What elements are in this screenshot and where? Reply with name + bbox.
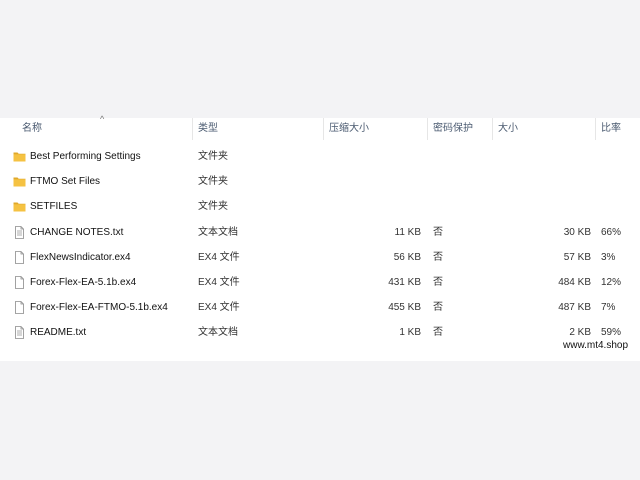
column-divider[interactable] — [595, 118, 596, 140]
compression-ratio: 66% — [601, 226, 622, 238]
encrypted-flag: 否 — [433, 251, 443, 263]
file-size: 487 KB — [558, 302, 591, 314]
table-row[interactable]: Best Performing Settings 文件夹 — [0, 144, 640, 169]
file-list-panel: ^ 名称 类型 压缩大小 密码保护 大小 比率 Best Performing … — [0, 114, 640, 361]
table-row[interactable]: FlexNewsIndicator.ex4 EX4 文件 56 KB 否 57 KB 3% — [0, 245, 640, 270]
encrypted-flag: 否 — [433, 276, 443, 288]
encrypted-flag: 否 — [433, 226, 443, 238]
packed-size — [330, 144, 421, 169]
column-divider[interactable] — [492, 118, 493, 140]
sort-ascending-icon: ^ — [100, 114, 105, 124]
file-icon — [13, 301, 26, 315]
file-name: Forex-Flex-EA-FTMO-5.1b.ex4 — [30, 302, 168, 314]
file-list: Best Performing Settings 文件夹 FTMO Set File… — [0, 144, 640, 346]
file-type: EX4 文件 — [198, 251, 240, 263]
compression-ratio: 12% — [601, 276, 622, 288]
file-size: 57 KB — [563, 251, 591, 263]
folder-icon — [13, 150, 26, 163]
column-divider[interactable] — [323, 118, 324, 140]
column-header-packed-size[interactable]: 压缩大小 — [329, 118, 369, 140]
file-size — [495, 144, 591, 169]
table-row[interactable]: Forex-Flex-EA-5.1b.ex4 EX4 文件 431 KB 否 484 K… — [0, 270, 640, 295]
file-size: 484 KB — [558, 276, 591, 288]
text-file-icon — [13, 326, 26, 340]
file-name: FlexNewsIndicator.ex4 — [30, 251, 131, 263]
file-type: 文本文档 — [198, 327, 238, 339]
column-header: ^ 名称 类型 压缩大小 密码保护 大小 比率 — [0, 114, 640, 140]
table-row[interactable]: SETFILES 文件夹 — [0, 194, 640, 219]
file-size — [495, 169, 591, 194]
file-name: FTMO Set Files — [30, 176, 101, 188]
column-header-encrypted[interactable]: 密码保护 — [433, 118, 473, 140]
file-type: EX4 文件 — [198, 276, 240, 288]
packed-size — [330, 169, 421, 194]
file-type: 文件夹 — [198, 151, 228, 162]
file-name: SETFILES — [30, 201, 78, 213]
file-type: 文本文档 — [198, 226, 238, 238]
file-icon — [13, 250, 26, 264]
column-header-ratio[interactable]: 比率 — [601, 118, 621, 140]
packed-size: 11 KB — [394, 226, 422, 238]
file-type: EX4 文件 — [198, 302, 240, 314]
file-name: CHANGE NOTES.txt — [30, 226, 124, 238]
file-name: README.txt — [30, 327, 87, 339]
column-divider[interactable] — [192, 118, 193, 140]
column-header-type[interactable]: 类型 — [198, 118, 218, 140]
table-row[interactable]: Forex-Flex-EA-FTMO-5.1b.ex4 EX4 文件 455 KB 否… — [0, 295, 640, 320]
file-size — [495, 194, 591, 219]
column-header-name[interactable]: 名称 — [22, 118, 42, 140]
table-row[interactable]: FTMO Set Files 文件夹 — [0, 169, 640, 194]
encrypted-flag: 否 — [433, 302, 443, 314]
text-file-icon — [13, 225, 26, 239]
file-size: 30 KB — [563, 226, 591, 238]
file-type: 文件夹 — [198, 201, 228, 213]
table-row[interactable]: README.txt 文本文档 1 KB 否 2 KB 59% — [0, 320, 640, 345]
packed-size: 431 KB — [388, 276, 421, 288]
watermark-text: www.mt4.shop — [563, 340, 629, 351]
file-icon — [13, 276, 26, 289]
column-divider[interactable] — [427, 118, 428, 140]
folder-icon — [13, 200, 26, 213]
file-name: Best Performing Settings — [30, 151, 141, 162]
packed-size: 455 KB — [388, 302, 421, 314]
file-name: Forex-Flex-EA-5.1b.ex4 — [30, 276, 137, 288]
compression-ratio: 7% — [601, 302, 616, 314]
packed-size: 1 KB — [399, 327, 421, 339]
packed-size: 56 KB — [393, 251, 421, 263]
file-type: 文件夹 — [198, 176, 228, 188]
packed-size — [330, 194, 421, 219]
encrypted-flag: 否 — [433, 327, 443, 339]
table-row[interactable]: CHANGE NOTES.txt 文本文档 11 KB 否 30 KB 66% — [0, 220, 640, 245]
column-header-size[interactable]: 大小 — [498, 118, 518, 140]
folder-icon — [13, 175, 26, 188]
compression-ratio: 3% — [601, 251, 616, 263]
